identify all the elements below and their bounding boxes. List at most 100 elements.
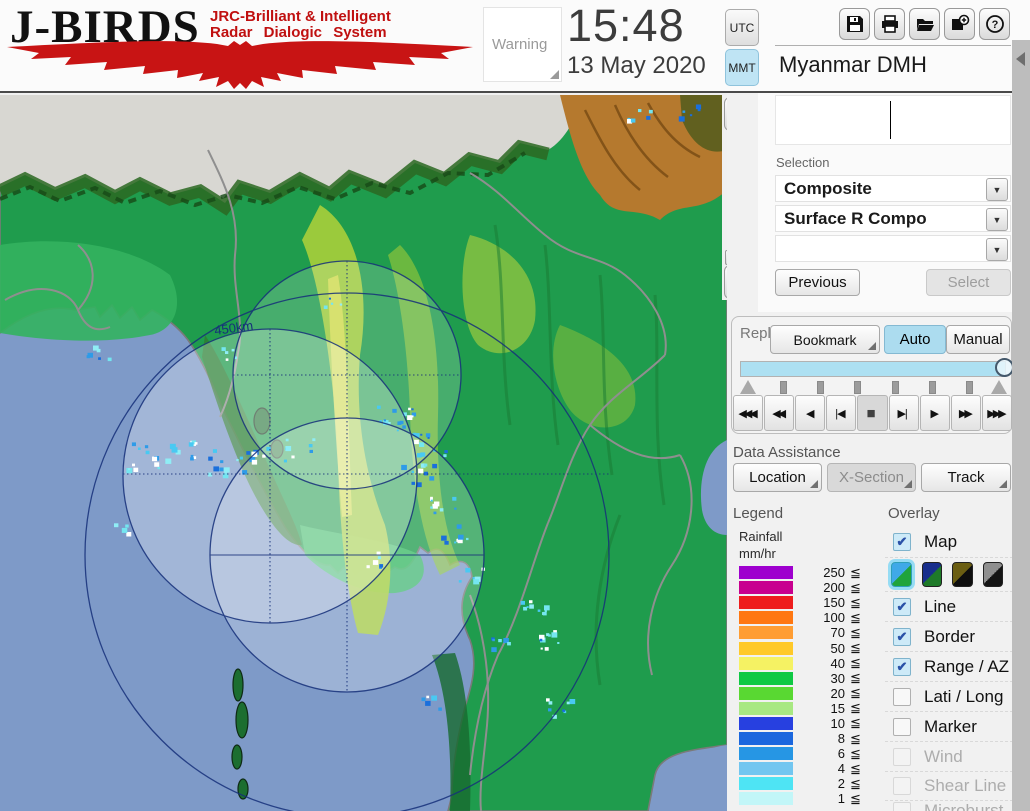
overlay-item-label: Wind (924, 746, 963, 766)
text-cursor (890, 101, 891, 139)
slider-start-marker[interactable] (740, 380, 756, 394)
overlay-item-label: Range / AZ (924, 656, 1010, 676)
map-style-dark-blue[interactable] (921, 562, 942, 587)
overlay-item-map[interactable]: ✔ Map (885, 527, 1013, 558)
chevron-down-icon[interactable]: ▼ (986, 208, 1008, 231)
fast-forward-button[interactable]: ▶▶ (950, 395, 981, 431)
overlay-item-range-az[interactable]: ✔ Range / AZ (885, 652, 1013, 682)
fast-rewind-button[interactable]: ◀◀ (764, 395, 795, 431)
auto-button[interactable]: Auto (884, 325, 946, 354)
checkbox-icon[interactable]: ✔ (893, 657, 911, 676)
eagle-logo-icon (7, 41, 473, 89)
legend-suffix: ≦ (850, 609, 861, 625)
playback-bar: ◀◀◀ ◀◀ ◀ |◀ ■ ▶| ▶ ▶▶ ▶▶▶ (733, 395, 1012, 431)
legend-suffix: ≦ (850, 655, 861, 671)
legend-value: 40 (830, 655, 845, 671)
overlay-item-label: Line (924, 596, 957, 616)
manual-button[interactable]: Manual (946, 325, 1010, 354)
step-back-button[interactable]: |◀ (826, 395, 857, 431)
product-type-combo[interactable]: Composite ▼ (775, 175, 1011, 202)
checkbox-icon[interactable]: ✔ (893, 597, 911, 616)
skip-to-start-button[interactable]: ◀◀◀ (733, 395, 764, 431)
image-add-icon (951, 14, 969, 30)
overlay-item-border[interactable]: ✔ Border (885, 622, 1013, 652)
overlay-item-microburst: Microburst (885, 801, 1013, 811)
bookmark-menu-icon (868, 342, 876, 350)
legend-swatch (739, 581, 793, 595)
map-style-terrain[interactable] (891, 562, 912, 587)
legend-value: 1 (837, 791, 845, 807)
bookmark-label: Bookmark (793, 331, 857, 348)
save-button[interactable] (839, 8, 870, 40)
sub-product-combo[interactable]: ▼ (775, 235, 1011, 262)
play-reverse-button[interactable]: ◀ (795, 395, 826, 431)
capture-add-button[interactable] (944, 8, 975, 40)
time-ticks (740, 379, 1007, 395)
legend-swatch (739, 641, 793, 655)
overlay-item-line[interactable]: ✔ Line (885, 592, 1013, 622)
legend-row: 30 ≦ (739, 670, 889, 686)
chevron-down-icon[interactable]: ▼ (986, 178, 1008, 201)
legend-row: 200 ≦ (739, 580, 889, 595)
skip-to-end-button[interactable]: ▶▶▶ (981, 395, 1012, 431)
save-icon (846, 16, 863, 32)
time-slider[interactable] (740, 358, 1014, 377)
legend-swatch (739, 566, 793, 580)
slider-end-marker[interactable] (991, 380, 1007, 394)
select-button[interactable]: Select (926, 269, 1011, 296)
product-value: Surface R Compo (784, 209, 927, 228)
legend-swatch (739, 777, 793, 791)
legend-row: 20 ≦ (739, 685, 889, 701)
overlay-item-label: Border (924, 626, 976, 646)
map-style-olive[interactable] (952, 562, 973, 587)
print-button[interactable] (874, 8, 905, 40)
open-folder-button[interactable] (909, 8, 940, 40)
legend-value: 6 (837, 746, 845, 762)
radar-map[interactable]: 450km (0, 95, 727, 811)
previous-button[interactable]: Previous (775, 269, 860, 296)
checkbox-icon[interactable] (893, 687, 911, 706)
stop-button[interactable]: ■ (857, 395, 888, 431)
play-button[interactable]: ▶ (919, 395, 950, 431)
map-style-row (885, 558, 1013, 592)
warning-panel[interactable]: Warning (483, 7, 562, 82)
legend-suffix: ≦ (850, 670, 861, 686)
legend-row: 70 ≦ (739, 625, 889, 640)
map-style-gray[interactable] (982, 562, 1003, 587)
overlay-item-wind[interactable]: Wind (885, 742, 1013, 772)
legend-swatch (739, 656, 793, 670)
help-button[interactable]: ? (979, 8, 1010, 40)
legend-row: 2 ≦ (739, 776, 889, 791)
legend-suffix: ≦ (850, 760, 861, 776)
legend-suffix: ≦ (850, 624, 861, 640)
bookmark-button[interactable]: Bookmark (770, 325, 880, 354)
svg-text:?: ? (991, 19, 998, 31)
station-input[interactable] (775, 95, 1011, 145)
replay-group: Replay Bookmark Auto Manual ◀◀◀ ◀◀ ◀ |◀ … (731, 316, 1014, 434)
checkbox-icon[interactable]: ✔ (893, 533, 911, 551)
panel-collapse-strip[interactable] (1012, 40, 1030, 811)
legend-swatch (739, 716, 793, 730)
track-button[interactable]: Track (921, 463, 1011, 492)
utc-button[interactable]: UTC (725, 9, 759, 46)
checkbox-icon[interactable] (893, 717, 911, 736)
legend-suffix: ≦ (850, 579, 861, 595)
legend-suffix: ≦ (850, 594, 861, 610)
legend-row: 6 ≦ (739, 746, 889, 761)
overlay-item-lati-long[interactable]: Lati / Long (885, 682, 1013, 712)
legend-row: 150 ≦ (739, 595, 889, 610)
mmt-button[interactable]: MMT (725, 49, 759, 86)
legend-swatch (739, 626, 793, 640)
step-forward-button[interactable]: ▶| (888, 395, 919, 431)
checkbox-icon[interactable]: ✔ (893, 627, 911, 646)
chevron-down-icon[interactable]: ▼ (986, 238, 1008, 261)
product-type-value: Composite (784, 179, 872, 198)
xsection-button[interactable]: X-Section (827, 463, 916, 492)
location-button[interactable]: Location (733, 463, 822, 492)
overlay-item-label: Shear Line (924, 776, 1007, 795)
legend-row: 4 ≦ (739, 761, 889, 776)
folder-icon (916, 19, 934, 31)
checkbox-icon (893, 802, 911, 811)
overlay-item-marker[interactable]: Marker (885, 712, 1013, 742)
product-combo[interactable]: Surface R Compo ▼ (775, 205, 1011, 232)
